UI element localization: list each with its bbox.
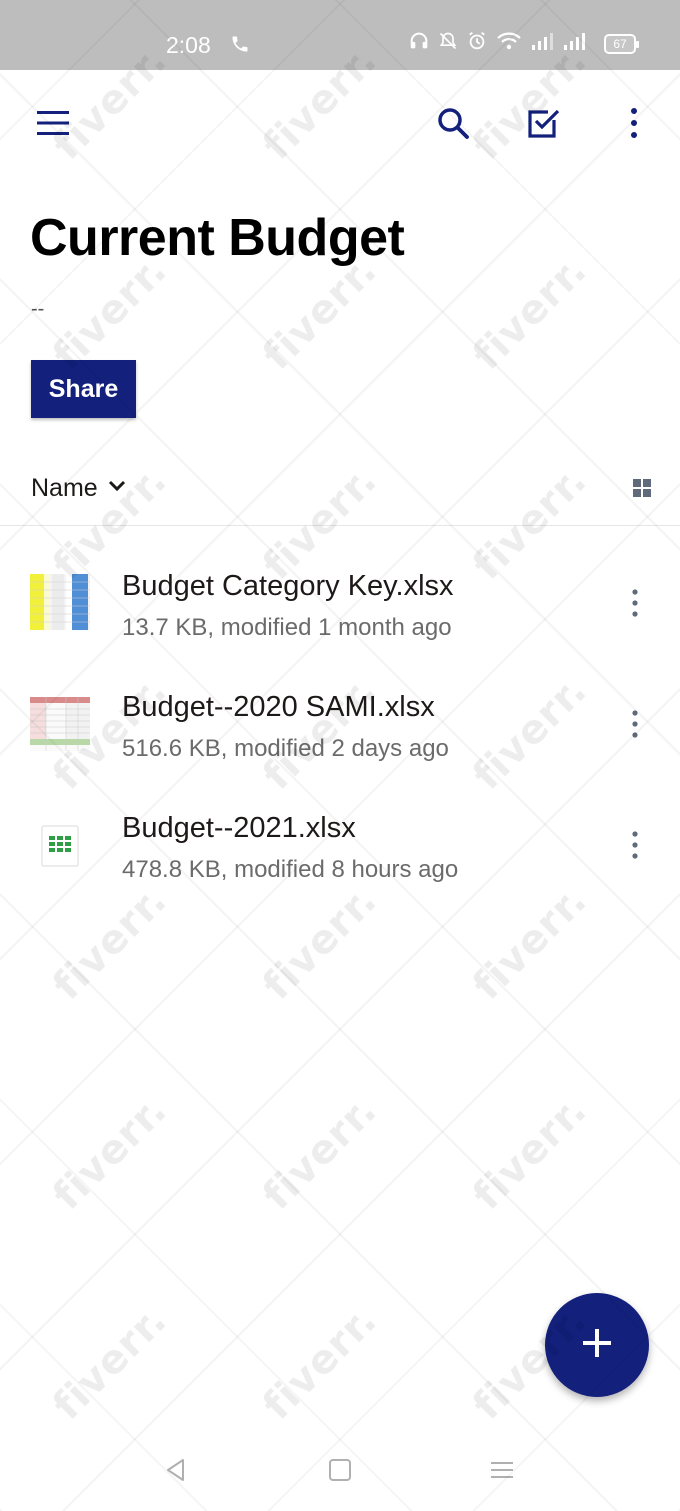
list-item[interactable]: Budget--2021.xlsx 478.8 KB, modified 8 h… bbox=[0, 804, 680, 914]
file-more-button[interactable] bbox=[618, 701, 652, 751]
file-name: Budget--2020 SAMI.xlsx bbox=[122, 691, 435, 723]
signal-icon bbox=[562, 31, 586, 56]
sort-label: Name bbox=[31, 474, 98, 502]
more-options-button[interactable] bbox=[614, 102, 654, 148]
battery-icon: 67 bbox=[604, 34, 639, 54]
phone-icon bbox=[230, 34, 250, 59]
file-meta: 13.7 KB, modified 1 month ago bbox=[122, 614, 452, 641]
headphones-icon bbox=[408, 30, 430, 57]
more-vert-icon bbox=[629, 107, 639, 144]
add-button[interactable] bbox=[545, 1293, 649, 1397]
file-name: Budget--2021.xlsx bbox=[122, 812, 356, 844]
status-icons bbox=[408, 30, 586, 57]
menu-button[interactable] bbox=[30, 102, 76, 148]
search-icon bbox=[436, 106, 470, 145]
home-square-icon bbox=[327, 1457, 353, 1488]
file-meta: 478.8 KB, modified 8 hours ago bbox=[122, 856, 459, 883]
more-vert-icon bbox=[631, 709, 639, 744]
more-vert-icon bbox=[631, 588, 639, 623]
chevron-down-icon bbox=[108, 479, 126, 498]
file-name: Budget Category Key.xlsx bbox=[122, 570, 454, 602]
list-item[interactable]: Budget--2020 SAMI.xlsx 516.6 KB, modifie… bbox=[0, 683, 680, 793]
select-button[interactable] bbox=[520, 102, 566, 148]
status-time: 2:08 bbox=[166, 32, 211, 58]
grid-view-button[interactable] bbox=[630, 476, 654, 500]
share-button[interactable]: Share bbox=[31, 360, 136, 418]
back-triangle-icon bbox=[163, 1457, 189, 1488]
spreadsheet-thumbnail-icon bbox=[30, 693, 90, 753]
search-button[interactable] bbox=[430, 102, 476, 148]
watermark-text: fiverr. bbox=[464, 1087, 596, 1219]
watermark-text: fiverr. bbox=[44, 1297, 176, 1429]
checkbox-select-icon bbox=[526, 106, 560, 145]
system-nav-bar bbox=[0, 1430, 680, 1511]
recents-button[interactable] bbox=[482, 1452, 522, 1492]
alarm-icon bbox=[466, 30, 488, 57]
home-button[interactable] bbox=[320, 1452, 360, 1492]
page-title: Current Budget bbox=[30, 209, 405, 267]
status-bar: 2:08 67 bbox=[0, 0, 680, 70]
spreadsheet-thumbnail-icon bbox=[30, 572, 90, 632]
menu-icon bbox=[36, 109, 70, 142]
more-vert-icon bbox=[631, 830, 639, 865]
file-meta: 516.6 KB, modified 2 days ago bbox=[122, 735, 449, 762]
top-toolbar bbox=[0, 70, 680, 180]
signal-icon bbox=[530, 31, 554, 56]
watermark-text: fiverr. bbox=[464, 247, 596, 379]
wifi-icon bbox=[496, 31, 522, 56]
spreadsheet-file-icon bbox=[30, 814, 90, 874]
folder-description: -- bbox=[31, 298, 45, 320]
file-more-button[interactable] bbox=[618, 580, 652, 630]
watermark-text: fiverr. bbox=[44, 1087, 176, 1219]
sort-by-name-button[interactable]: Name bbox=[31, 474, 126, 503]
back-button[interactable] bbox=[156, 1452, 196, 1492]
watermark-text: fiverr. bbox=[254, 1087, 386, 1219]
sort-bar: Name bbox=[0, 462, 680, 526]
file-more-button[interactable] bbox=[618, 822, 652, 872]
list-item[interactable]: Budget Category Key.xlsx 13.7 KB, modifi… bbox=[0, 562, 680, 672]
mute-icon bbox=[438, 31, 458, 56]
grid-view-icon bbox=[630, 479, 654, 504]
watermark-text: fiverr. bbox=[254, 1297, 386, 1429]
plus-icon bbox=[581, 1327, 613, 1364]
recents-menu-icon bbox=[489, 1457, 515, 1488]
